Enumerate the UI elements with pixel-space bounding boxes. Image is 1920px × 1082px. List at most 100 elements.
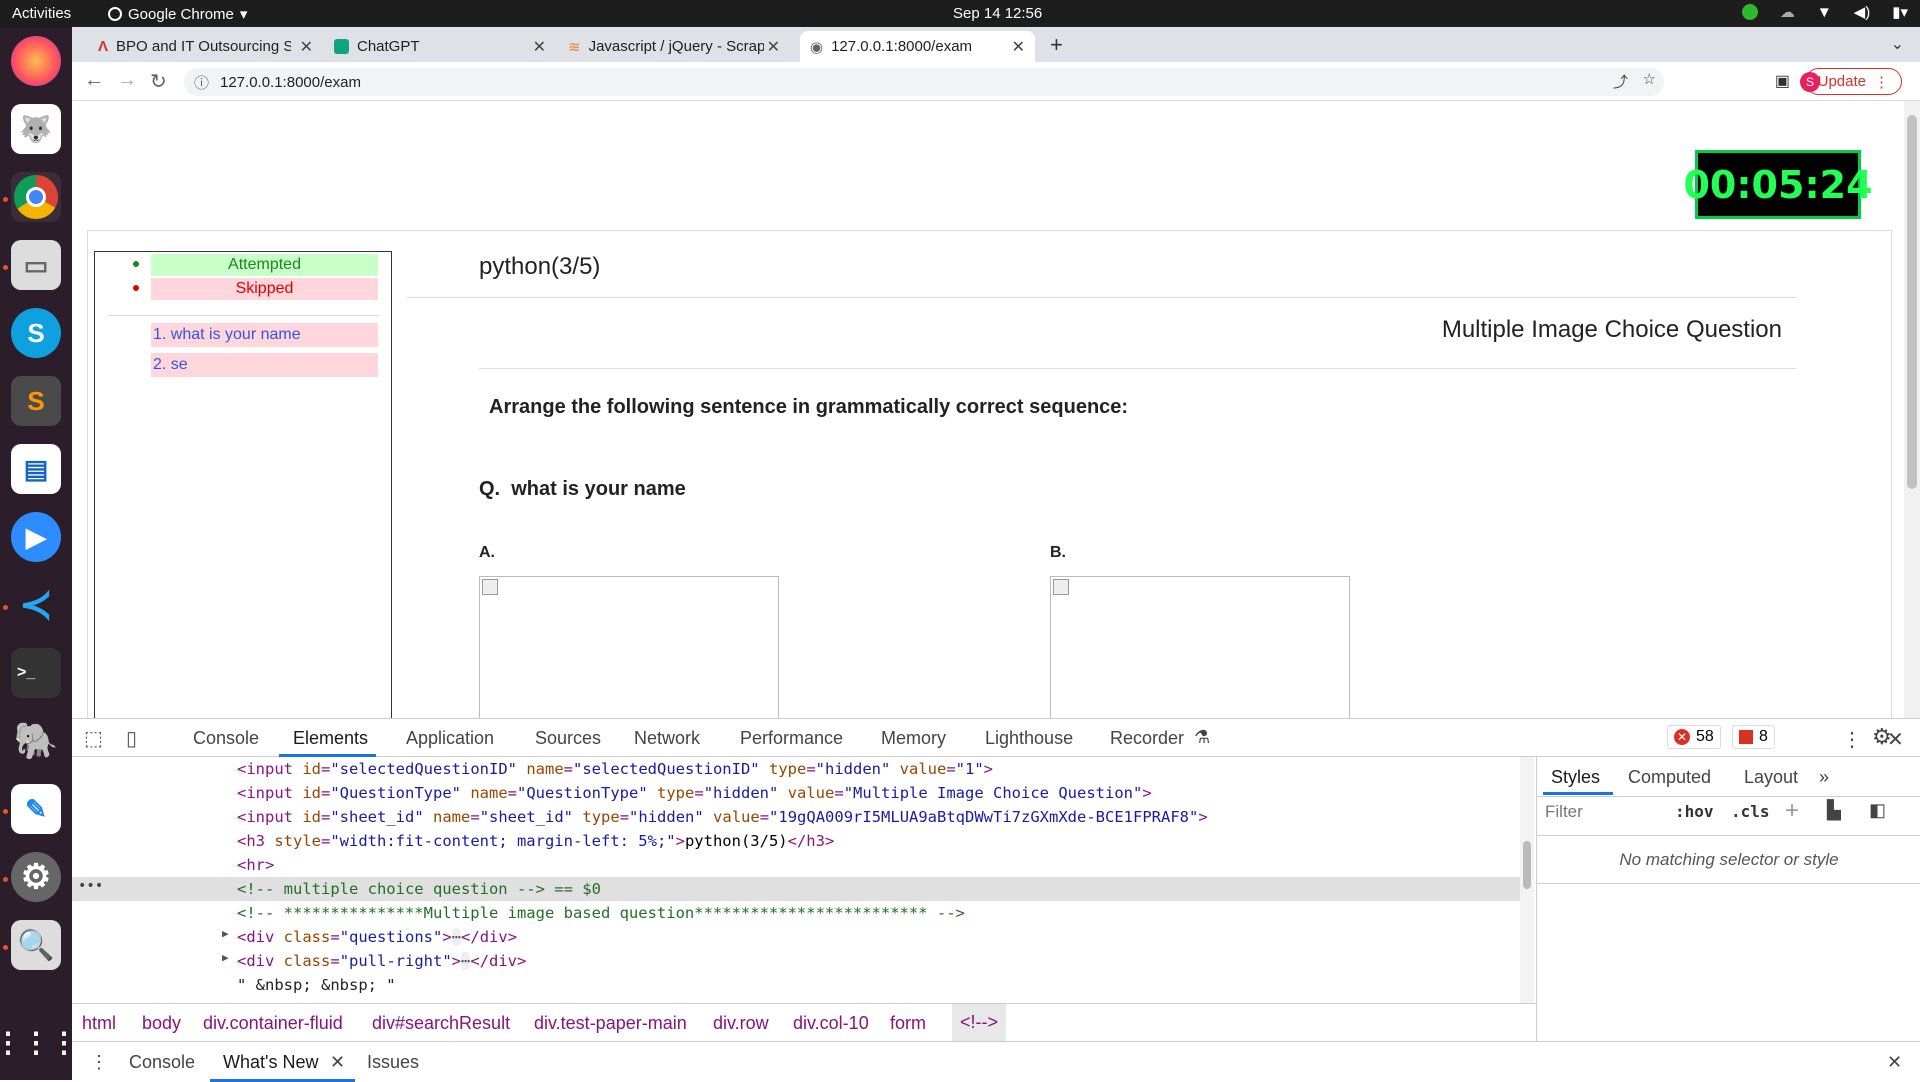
add-rule-plus-icon[interactable]: + xyxy=(1785,797,1799,825)
side-panel-icon[interactable]: ▣ xyxy=(1775,71,1790,91)
devtools-tab-sources[interactable]: Sources xyxy=(535,728,601,749)
expand-triangle-icon[interactable]: ▶ xyxy=(222,951,229,964)
toggle-sidebar-icon[interactable]: ◧ xyxy=(1869,800,1886,821)
more-tabs-chevron-icon[interactable]: » xyxy=(1819,767,1829,788)
dom-line[interactable]: <div class="pull-right">⋯</div> xyxy=(237,949,526,973)
drawer-tab-issues[interactable]: Issues xyxy=(367,1052,419,1073)
tab-chatgpt[interactable]: ChatGPT ✕ xyxy=(324,31,556,62)
text-editor-icon[interactable]: ✎ xyxy=(11,784,61,834)
dom-line-text[interactable]: " &nbsp; &nbsp; " xyxy=(237,973,396,997)
close-devtools-icon[interactable]: ✕ xyxy=(1887,727,1904,752)
styles-pane: Styles Computed Layout » Filter :hov .cl… xyxy=(1536,757,1920,1041)
warning-counter[interactable]: 8 xyxy=(1732,725,1775,749)
device-toolbar-icon[interactable]: ▯ xyxy=(126,726,137,751)
computed-tab[interactable]: Computed xyxy=(1628,767,1711,788)
devtools-tab-memory[interactable]: Memory xyxy=(881,728,946,749)
settings-gear-icon[interactable]: ⚙ xyxy=(11,852,61,902)
share-icon[interactable]: ⤴ xyxy=(1613,71,1628,92)
url-input[interactable]: ⓘ 127.0.0.1:8000/exam ⤴ ☆ xyxy=(184,68,1664,96)
hov-toggle[interactable]: :hov xyxy=(1675,802,1714,821)
option-a-image[interactable] xyxy=(479,576,779,718)
breadcrumb-item-current[interactable]: <!--> xyxy=(952,1004,1007,1041)
close-drawer-icon[interactable]: ✕ xyxy=(1887,1052,1902,1073)
styles-filter-input[interactable]: Filter xyxy=(1545,802,1583,822)
tab-bpo[interactable]: Λ BPO and IT Outsourcing S ✕ xyxy=(88,31,323,62)
dom-line[interactable]: <input id="QuestionType" name="QuestionT… xyxy=(237,781,1152,805)
chrome-icon[interactable] xyxy=(11,172,61,222)
dom-line[interactable]: <h3 style="width:fit-content; margin-lef… xyxy=(237,829,834,853)
breadcrumb-item[interactable]: div#searchResult xyxy=(372,1013,510,1034)
clock[interactable]: Sep 14 12:56 xyxy=(953,5,1042,22)
devtools-tab-network[interactable]: Network xyxy=(634,728,700,749)
close-icon[interactable]: ✕ xyxy=(330,1052,345,1073)
devtools-tab-console[interactable]: Console xyxy=(193,728,259,749)
dom-line[interactable]: <div class="questions">⋯</div> xyxy=(237,925,517,949)
drawer-tab-console[interactable]: Console xyxy=(129,1052,195,1073)
activities-button[interactable]: Activities xyxy=(12,5,71,22)
breadcrumb-item[interactable]: div.container-fluid xyxy=(203,1013,343,1034)
dom-line-comment[interactable]: <!-- multiple choice question --> == $0 xyxy=(237,877,601,901)
postgres-elephant-icon[interactable]: 🐘 xyxy=(11,716,61,766)
close-icon[interactable]: ✕ xyxy=(300,37,313,57)
page-scrollbar[interactable] xyxy=(1904,101,1920,718)
new-tab-plus-icon[interactable]: + xyxy=(1050,32,1063,58)
row-ellipsis-icon: ••• xyxy=(78,878,104,894)
question-link-1[interactable]: 1. what is your name xyxy=(151,323,378,347)
system-tray[interactable]: ☁ ▼ ◀) ▮▾ xyxy=(1741,3,1908,21)
devtools-more-icon[interactable]: ⋮ xyxy=(1842,727,1862,752)
breadcrumb-item[interactable]: html xyxy=(82,1013,116,1034)
question-link-2[interactable]: 2. se xyxy=(151,353,378,377)
breadcrumb-item[interactable]: body xyxy=(142,1013,181,1034)
bookmark-star-icon[interactable]: ☆ xyxy=(1643,70,1656,88)
files-icon[interactable]: ▭ xyxy=(11,240,61,290)
inspect-element-icon[interactable]: ⬚ xyxy=(84,726,103,751)
layout-tab[interactable]: Layout xyxy=(1744,767,1798,788)
reload-icon[interactable]: ↻ xyxy=(150,69,167,94)
devtools-tab-elements[interactable]: Elements xyxy=(293,728,368,749)
show-apps-grid-icon[interactable]: ⋮⋮⋮ xyxy=(0,1017,78,1067)
terminal-icon[interactable]: >_ xyxy=(11,648,61,698)
back-arrow-icon[interactable]: ← xyxy=(84,69,104,92)
devtools-tab-lighthouse[interactable]: Lighthouse xyxy=(985,728,1073,749)
tab-exam[interactable]: ◉ 127.0.0.1:8000/exam ✕ xyxy=(800,31,1035,62)
breadcrumb-item[interactable]: div.col-10 xyxy=(793,1013,869,1034)
update-button[interactable]: Update ⋮ xyxy=(1804,68,1902,95)
paint-brush-icon[interactable]: ▙ xyxy=(1827,800,1841,821)
libreoffice-writer-icon[interactable]: ▤ xyxy=(11,444,61,494)
dom-line[interactable]: <hr> xyxy=(237,853,274,877)
breadcrumb-item[interactable]: div.row xyxy=(713,1013,769,1034)
cls-toggle[interactable]: .cls xyxy=(1731,802,1770,821)
legend-attempted: Attempted xyxy=(151,254,378,276)
tab-search-chevron-icon[interactable]: ⌄ xyxy=(1891,34,1904,54)
expand-triangle-icon[interactable]: ▶ xyxy=(222,927,229,940)
dom-line-comment[interactable]: <!-- ***************Multiple image based… xyxy=(237,901,965,925)
gimp-icon[interactable]: 🐺 xyxy=(11,104,61,154)
close-icon[interactable]: ✕ xyxy=(1012,37,1025,57)
app-menu[interactable]: Google Chrome ▾ xyxy=(108,5,247,23)
devtools-tab-performance[interactable]: Performance xyxy=(740,728,843,749)
dom-line[interactable]: <input id="sheet_id" name="sheet_id" typ… xyxy=(237,805,1208,829)
caret-down-icon: ▾ xyxy=(239,6,248,23)
devtools-tab-application[interactable]: Application xyxy=(406,728,494,749)
elements-dom-tree[interactable]: <input id="selectedQuestionID" name="sel… xyxy=(72,757,1536,1003)
drawer-tab-whats-new[interactable]: What's New xyxy=(223,1052,318,1073)
sublime-text-icon[interactable]: S xyxy=(11,376,61,426)
breadcrumb-item[interactable]: div.test-paper-main xyxy=(534,1013,687,1034)
dom-tree-scrollbar[interactable] xyxy=(1520,757,1534,1003)
forward-arrow-icon[interactable]: → xyxy=(117,69,137,92)
close-icon[interactable]: ✕ xyxy=(767,37,780,57)
dom-line[interactable]: <input id="selectedQuestionID" name="sel… xyxy=(237,757,993,781)
close-icon[interactable]: ✕ xyxy=(533,37,546,57)
breadcrumb-item[interactable]: form xyxy=(890,1013,926,1034)
vscode-icon[interactable]: ≺ xyxy=(11,580,61,630)
magnifier-app-icon[interactable]: 🔍 xyxy=(11,920,61,970)
skype-icon[interactable]: S xyxy=(11,308,61,358)
option-b-image[interactable] xyxy=(1050,576,1350,718)
styles-tab[interactable]: Styles xyxy=(1551,767,1600,788)
drawer-kebab-icon[interactable]: ⋮ xyxy=(90,1052,108,1073)
zoom-icon[interactable]: ▶ xyxy=(11,512,61,562)
tab-stackoverflow[interactable]: ≋ Javascript / jQuery - Scrap ✕ xyxy=(558,31,790,62)
error-counter[interactable]: ✕ 58 xyxy=(1667,725,1721,749)
devtools-tab-recorder[interactable]: Recorder xyxy=(1110,728,1184,749)
firefox-icon[interactable] xyxy=(11,36,61,86)
